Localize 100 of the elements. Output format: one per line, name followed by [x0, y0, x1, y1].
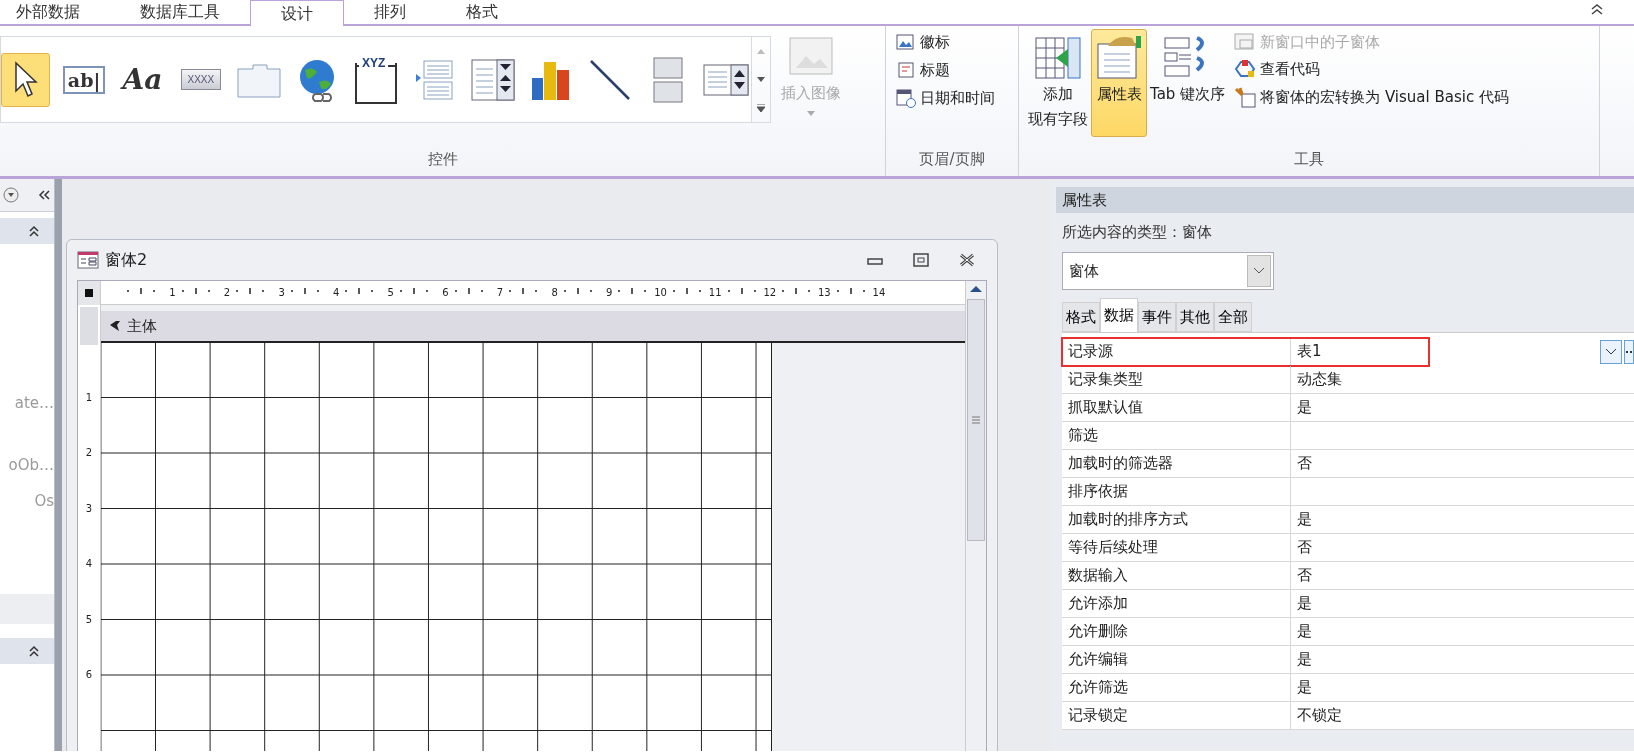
tool-command[interactable]: 将窗体的宏转换为 Visual Basic 代码 — [1234, 86, 1509, 108]
property-value: 是 — [1297, 622, 1312, 640]
arrow-icon — [109, 320, 121, 332]
pointer-icon — [13, 60, 38, 99]
property-row[interactable]: 抓取默认值 是 — [1062, 394, 1634, 422]
property-name: 加载时的筛选器 — [1062, 450, 1291, 477]
collapse-group-icon[interactable] — [28, 225, 40, 237]
tool-command[interactable]: 查看代码 — [1234, 59, 1509, 79]
property-row[interactable]: 加载时的筛选器 否 — [1062, 450, 1634, 478]
dropdown-icon[interactable] — [3, 187, 19, 203]
ruler-number: 12 — [763, 287, 777, 298]
section-bar[interactable]: 主体 — [101, 311, 965, 343]
scrollbar-thumb[interactable] — [967, 299, 985, 541]
ruler-number: 3 — [85, 502, 93, 514]
ruler-number: 1 — [85, 391, 93, 403]
title-icon — [896, 60, 916, 80]
property-tab[interactable]: 格式 — [1062, 302, 1100, 332]
header-footer-command[interactable]: 徽标 — [896, 32, 1006, 52]
control-tool[interactable]: ab| — [59, 52, 109, 107]
property-value: 不锁定 — [1297, 706, 1342, 724]
ruler-number: 2 — [85, 447, 93, 458]
ruler-number: 6 — [442, 287, 449, 298]
property-name: 数据输入 — [1062, 562, 1291, 589]
property-row[interactable]: 允许删除 是 — [1062, 618, 1634, 646]
property-row[interactable]: 记录源 表1 — [1062, 338, 1429, 366]
property-row[interactable]: 加载时的排序方式 是 — [1062, 506, 1634, 534]
property-value: 是 — [1297, 594, 1312, 612]
builder-icon[interactable] — [1624, 340, 1634, 364]
ruler-number: 1 — [169, 287, 176, 298]
ruler-number: 9 — [605, 287, 613, 298]
property-row[interactable]: 允许编辑 是 — [1062, 646, 1634, 674]
property-value: 是 — [1297, 510, 1312, 528]
ruler-number: 6 — [85, 669, 93, 680]
ruler-number: 3 — [278, 287, 285, 298]
property-row[interactable]: 筛选 — [1062, 422, 1634, 450]
button-control-icon: XXXX — [180, 69, 222, 90]
collapse-pane-icon[interactable] — [37, 189, 51, 201]
ruler-number: 2 — [223, 287, 231, 298]
add-fields-icon — [1034, 34, 1082, 82]
property-tab[interactable]: 其他 — [1176, 302, 1214, 332]
image-placeholder-icon — [788, 36, 834, 76]
group-label: 工具 — [1293, 150, 1325, 170]
header-footer-command[interactable]: 日期和时间 — [896, 88, 1006, 108]
ruler-number: 10 — [654, 287, 667, 298]
property-name: 加载时的排序方式 — [1062, 506, 1291, 533]
ruler-number: 5 — [387, 287, 394, 298]
ruler-number: 13 — [818, 287, 831, 298]
property-value: 否 — [1297, 566, 1312, 584]
code-icon — [1234, 59, 1257, 79]
property-value: 动态集 — [1297, 370, 1342, 388]
property-name: 允许筛选 — [1062, 674, 1291, 701]
selection-type: 所选内容的类型：窗体 — [1061, 222, 1213, 243]
ruler-number: 4 — [85, 558, 93, 569]
property-tab[interactable]: 全部 — [1214, 302, 1252, 332]
tool-button[interactable]: 属性表 — [1091, 29, 1147, 137]
ribbon-tab[interactable]: 设计 — [250, 0, 344, 26]
collapse-group-icon[interactable] — [28, 645, 40, 657]
ruler-number: 8 — [551, 287, 558, 298]
calendar-clock-icon — [896, 88, 916, 108]
property-row[interactable]: 排序依据 — [1062, 478, 1634, 506]
pane-band — [0, 594, 54, 624]
property-row[interactable]: 数据输入 否 — [1062, 562, 1634, 590]
control-tool[interactable]: Aa — [117, 52, 168, 107]
ribbon-tab[interactable]: 排列 — [344, 0, 436, 24]
caret-icon — [807, 111, 815, 116]
property-value: 否 — [1297, 454, 1312, 472]
property-row[interactable]: 允许添加 是 — [1062, 590, 1634, 618]
group-label: 控件 — [426, 150, 459, 170]
form-icon — [77, 251, 99, 269]
property-name: 允许删除 — [1062, 618, 1291, 645]
object-dropdown[interactable]: 窗体 — [1062, 252, 1274, 290]
property-tab[interactable]: 事件 — [1138, 302, 1176, 332]
ribbon-tab[interactable]: 外部数据 — [0, 0, 110, 24]
collapse-ribbon-icon[interactable] — [1590, 3, 1604, 15]
subform-icon — [1234, 32, 1257, 52]
ruler-number: 5 — [85, 613, 93, 625]
tool-button[interactable]: Tab 键次序 — [1147, 29, 1229, 137]
control-tool[interactable]: XXXX — [176, 52, 226, 107]
property-row[interactable]: 允许筛选 是 — [1062, 674, 1634, 702]
control-tool[interactable] — [1, 52, 51, 107]
property-tab[interactable]: 数据 — [1100, 298, 1138, 332]
property-value: 是 — [1297, 678, 1312, 696]
group-label: 页眉/页脚 — [918, 150, 986, 170]
ribbon-tab[interactable]: 格式 — [436, 0, 528, 24]
chevron-down-icon — [1253, 267, 1265, 275]
line-icon — [588, 58, 631, 101]
property-row[interactable]: 记录集类型 动态集 — [1062, 366, 1634, 394]
header-footer-command[interactable]: 标题 — [896, 60, 1006, 80]
ribbon-tab[interactable]: 数据库工具 — [110, 0, 250, 24]
label-icon: Aa — [122, 63, 163, 96]
textbox-icon: ab| — [62, 65, 106, 94]
toggle-button-icon — [653, 56, 683, 103]
tab-control-icon — [237, 61, 282, 98]
ruler-number: 14 — [872, 287, 886, 298]
property-row[interactable]: 记录锁定 不锁定 — [1062, 702, 1634, 730]
property-row[interactable]: 等待后续处理 否 — [1062, 534, 1634, 562]
tool-button[interactable]: 添加 现有字段 — [1025, 29, 1091, 137]
ruler-number: 4 — [333, 287, 340, 298]
combo-box-icon — [470, 58, 515, 101]
property-value: 否 — [1297, 538, 1312, 556]
